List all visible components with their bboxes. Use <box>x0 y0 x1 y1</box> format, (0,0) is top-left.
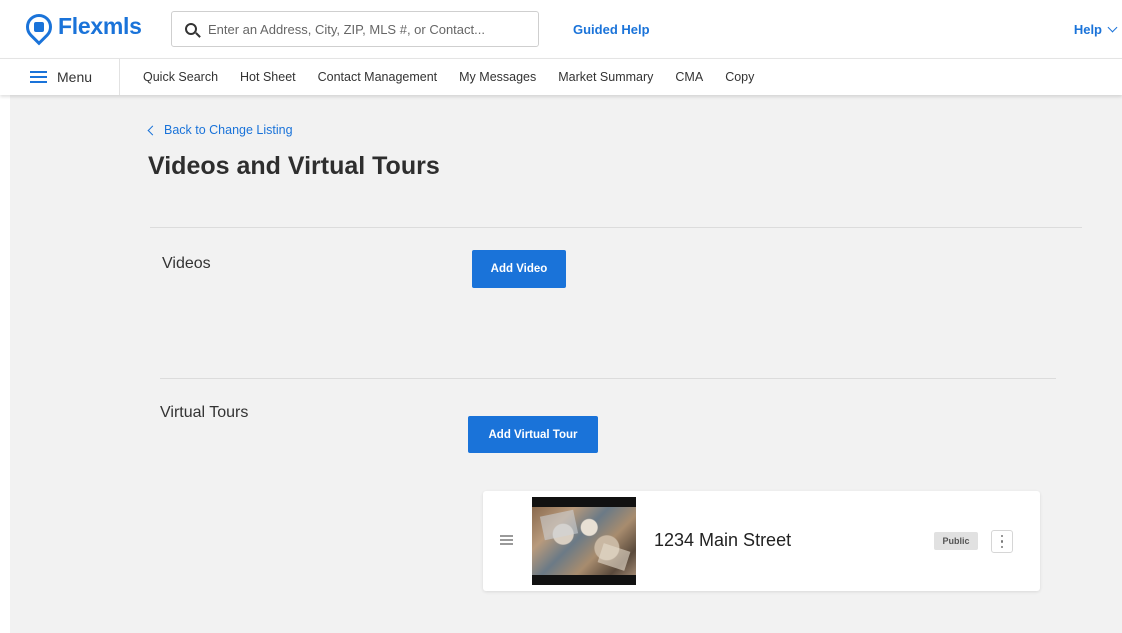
search-input[interactable] <box>208 21 528 37</box>
menu-label: Menu <box>57 69 93 85</box>
main-content: Back to Change Listing Videos and Virtua… <box>10 95 1122 633</box>
add-virtual-tour-button[interactable]: Add Virtual Tour <box>468 416 598 453</box>
nav-item-hot-sheet[interactable]: Hot Sheet <box>240 70 296 84</box>
virtual-tour-title: 1234 Main Street <box>654 530 792 550</box>
menu-button[interactable]: Menu <box>0 59 120 95</box>
chevron-left-icon <box>147 125 158 135</box>
more-options-icon[interactable] <box>991 530 1013 553</box>
top-bar: Flexmls Guided Help Help <box>0 0 1122 58</box>
nav-item-cma[interactable]: CMA <box>675 70 703 84</box>
chevron-down-icon <box>1107 22 1118 33</box>
nav-items: Quick Search Hot Sheet Contact Managemen… <box>143 59 776 95</box>
virtual-tour-card: 1234 Main Street Public <box>483 491 1040 591</box>
nav-item-copy[interactable]: Copy <box>725 70 754 84</box>
nav-item-quick-search[interactable]: Quick Search <box>143 70 218 84</box>
home-pin-icon <box>20 8 58 45</box>
virtual-tour-thumbnail <box>532 497 636 585</box>
back-link[interactable]: Back to Change Listing <box>147 123 293 137</box>
help-label: Help <box>1073 22 1102 37</box>
videos-divider <box>150 227 1082 228</box>
nav-bar: Menu Quick Search Hot Sheet Contact Mana… <box>0 58 1122 95</box>
nav-item-contact-management[interactable]: Contact Management <box>318 70 438 84</box>
virtual-tours-divider <box>160 378 1056 379</box>
flexmls-logo[interactable]: Flexmls <box>20 8 142 45</box>
page-title: Videos and Virtual Tours <box>148 152 440 180</box>
virtual-tours-label: Virtual Tours <box>160 404 249 421</box>
search-icon <box>185 23 197 35</box>
drag-handle-icon[interactable] <box>500 535 513 545</box>
room-image <box>532 507 636 575</box>
guided-help-link[interactable]: Guided Help <box>573 22 650 37</box>
videos-label: Videos <box>162 255 211 272</box>
hamburger-icon <box>30 71 47 83</box>
logo-text: Flexmls <box>58 13 142 39</box>
nav-item-my-messages[interactable]: My Messages <box>459 70 536 84</box>
visibility-badge: Public <box>934 532 978 550</box>
back-link-label: Back to Change Listing <box>164 123 293 137</box>
help-dropdown[interactable]: Help <box>1073 22 1118 37</box>
nav-item-market-summary[interactable]: Market Summary <box>558 70 653 84</box>
add-video-button[interactable]: Add Video <box>472 250 566 288</box>
search-box <box>171 11 539 47</box>
